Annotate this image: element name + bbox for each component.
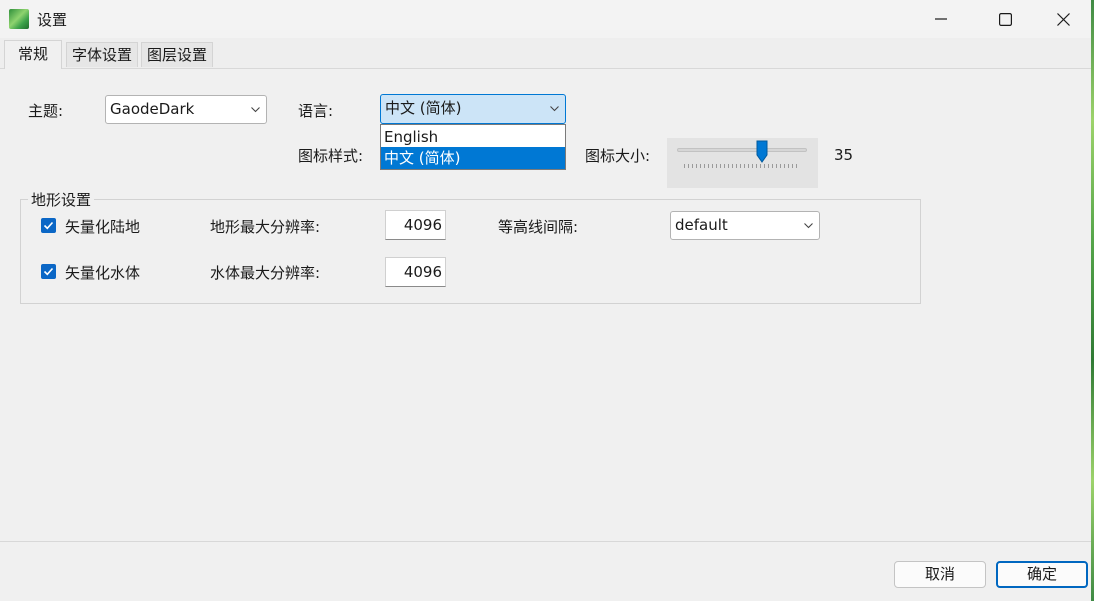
theme-select[interactable]: GaodeDark [105,95,267,124]
vector-land-label: 矢量化陆地 [65,218,141,236]
slider-track [677,148,807,152]
icon-style-label: 图标样式: [298,147,364,165]
tab-layer-settings[interactable]: 图层设置 [141,42,213,67]
contour-interval-select[interactable]: default [670,211,820,240]
minimize-icon [935,18,947,20]
slider-ticks [684,164,800,168]
footer-separator [0,541,1094,542]
maximize-button[interactable] [976,0,1034,38]
chevron-down-icon [804,223,813,229]
vector-water-label: 矢量化水体 [65,264,141,282]
theme-label: 主题: [28,102,64,120]
maximize-icon [998,12,1012,26]
close-icon [1056,12,1070,26]
water-res-label: 水体最大分辨率: [210,264,321,282]
ok-button[interactable]: 确定 [996,561,1088,588]
theme-select-value: GaodeDark [110,100,195,118]
land-max-resolution-input[interactable]: 4096 [385,210,446,240]
tab-general[interactable]: 常规 [4,40,62,69]
water-max-resolution-input[interactable]: 4096 [385,257,446,287]
close-button[interactable] [1034,0,1092,38]
icon-size-label: 图标大小: [585,147,651,165]
contour-interval-label: 等高线间隔: [498,218,579,236]
vector-land-checkbox[interactable] [41,218,56,233]
checkmark-icon [43,267,54,276]
cancel-button[interactable]: 取消 [894,561,986,588]
language-option-chinese[interactable]: 中文 (简体) [381,147,565,169]
slider-thumb[interactable] [756,140,768,163]
contour-interval-value: default [675,216,728,234]
language-select-value: 中文 (简体) [385,99,462,117]
icon-size-slider[interactable] [667,138,818,188]
chevron-down-icon [550,106,559,112]
land-res-label: 地形最大分辨率: [210,218,321,236]
window-title: 设置 [37,11,68,29]
terrain-group-title: 地形设置 [28,189,95,210]
checkmark-icon [43,221,54,230]
language-option-english[interactable]: English [381,126,565,148]
tab-font-settings[interactable]: 字体设置 [66,42,138,67]
vector-water-checkbox[interactable] [41,264,56,279]
minimize-button[interactable] [912,0,970,38]
icon-size-value: 35 [834,146,854,164]
language-select[interactable]: 中文 (简体) [380,94,566,124]
app-map-icon [9,9,29,29]
language-dropdown-list: English 中文 (简体) [380,124,566,170]
chevron-down-icon [251,107,260,113]
language-label: 语言: [298,102,334,120]
